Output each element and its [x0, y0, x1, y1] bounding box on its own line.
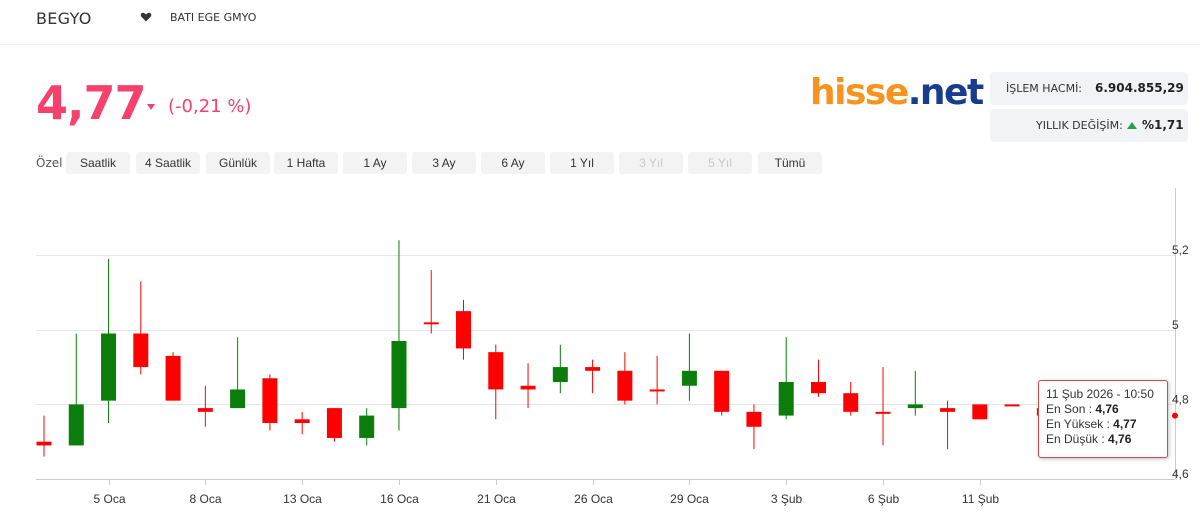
range-button-5-year: 5 Yıl — [688, 152, 752, 174]
tooltip-low-row: En Düşük : 4,76 — [1046, 432, 1167, 447]
hisse-net-logo: hisse.net — [810, 72, 984, 113]
candle-body — [68, 404, 84, 446]
x-tick-label: 13 Oca — [283, 492, 322, 506]
heart-icon[interactable] — [140, 11, 152, 23]
custom-range-label[interactable]: Özel — [36, 156, 62, 170]
candle-body — [230, 389, 246, 409]
candle-body — [520, 385, 536, 390]
candle-body — [585, 367, 601, 371]
candle-body — [810, 382, 826, 394]
x-tick-label: 26 Oca — [574, 492, 613, 506]
candle-body — [165, 355, 181, 401]
logo-part-1: hisse — [810, 72, 909, 113]
yearly-change-label: YILLIK DEĞİŞİM: — [1036, 119, 1123, 132]
y-tick-label: 4,6 — [1172, 467, 1189, 481]
range-button-6-month[interactable]: 6 Ay — [481, 152, 545, 174]
yearly-change-box: YILLIK DEĞİŞİM: %1,71 — [990, 109, 1188, 142]
candle-body — [359, 415, 375, 438]
candlestick-chart[interactable]: 4,6 4,8 5 5,2 5 Oca 8 Oca 13 Oca 16 Oca 21 Oca 26… — [0, 188, 1200, 512]
up-arrow-icon — [1127, 122, 1137, 129]
volume-value: 6.904.855,29 — [1095, 81, 1184, 95]
tooltip-low-value: 4,76 — [1108, 432, 1132, 446]
x-tick-label: 5 Oca — [93, 492, 125, 506]
yearly-change-value: %1,71 — [1142, 118, 1184, 132]
y-tick-label: 5,2 — [1172, 243, 1189, 257]
top-bar: BEGYO BATI EGE GMYO — [0, 0, 1200, 45]
candle-body — [649, 389, 665, 392]
range-button-1-year[interactable]: 1 Yıl — [550, 152, 614, 174]
candle-body — [456, 311, 472, 349]
tooltip-last-label: En Son : — [1046, 402, 1096, 416]
candle-body — [294, 419, 310, 424]
range-button-1-week[interactable]: 1 Hafta — [274, 152, 338, 174]
hover-marker — [1172, 412, 1178, 419]
range-button-daily[interactable]: Günlük — [206, 152, 270, 174]
candle-body — [101, 333, 117, 401]
tooltip-last-value: 4,76 — [1095, 402, 1119, 416]
range-button-hourly[interactable]: Saatlik — [66, 152, 130, 174]
chart-tooltip: 11 Şub 2026 - 10:50 En Son : 4,76 En Yük… — [1038, 380, 1168, 458]
candle-body — [907, 404, 923, 409]
candle-body — [972, 404, 988, 420]
x-tick-label: 3 Şub — [771, 492, 803, 506]
candle-body — [617, 370, 633, 401]
candle-body — [488, 352, 504, 390]
x-tick-label: 16 Oca — [380, 492, 419, 506]
x-tick-label: 8 Oca — [189, 492, 221, 506]
tooltip-low-label: En Düşük : — [1046, 432, 1109, 446]
range-button-4-hourly[interactable]: 4 Saatlik — [136, 152, 200, 174]
ticker-symbol: BEGYO — [36, 9, 92, 28]
down-arrow-icon — [147, 104, 155, 110]
tooltip-last-row: En Son : 4,76 — [1046, 402, 1167, 417]
volume-box: İŞLEM HACMİ: 6.904.855,29 — [990, 72, 1188, 105]
x-tick-label: 11 Şub — [962, 492, 999, 506]
range-button-all[interactable]: Tümü — [758, 152, 822, 174]
tooltip-date: 11 Şub 2026 - 10:50 — [1046, 387, 1154, 401]
logo-part-2: .net — [907, 72, 984, 113]
candle-body — [681, 370, 697, 386]
tooltip-high-label: En Yüksek : — [1046, 417, 1114, 431]
candle-body — [391, 340, 407, 409]
x-tick-label: 21 Oca — [477, 492, 516, 506]
candle-body — [778, 382, 794, 416]
candle-body — [552, 367, 568, 382]
candle-body — [1004, 404, 1020, 407]
candle-body — [940, 408, 956, 412]
current-price: 4,77 — [36, 76, 146, 130]
range-button-3-month[interactable]: 3 Ay — [412, 152, 476, 174]
range-button-3-year: 3 Yıl — [619, 152, 683, 174]
y-tick-label: 4,8 — [1172, 392, 1189, 406]
tooltip-high-row: En Yüksek : 4,77 — [1046, 417, 1167, 432]
volume-label: İŞLEM HACMİ: — [1006, 82, 1083, 95]
candle-body — [133, 333, 149, 368]
range-button-1-month[interactable]: 1 Ay — [343, 152, 407, 174]
candle-body — [36, 441, 52, 446]
candle-body — [746, 411, 762, 427]
x-tick-label: 6 Şub — [868, 492, 900, 506]
company-name: BATI EGE GMYO — [170, 11, 257, 24]
tooltip-high-value: 4,77 — [1113, 417, 1137, 431]
price-change: (-0,21 %) — [168, 96, 252, 117]
candle-body — [197, 408, 213, 412]
candle-body — [326, 408, 342, 438]
candle-body — [875, 411, 891, 414]
candle-body — [714, 370, 730, 412]
candle-body — [843, 393, 859, 412]
candle-body — [262, 378, 278, 424]
y-tick-label: 5 — [1172, 318, 1179, 332]
candle-body — [423, 322, 439, 325]
x-tick-label: 29 Oca — [670, 492, 709, 506]
